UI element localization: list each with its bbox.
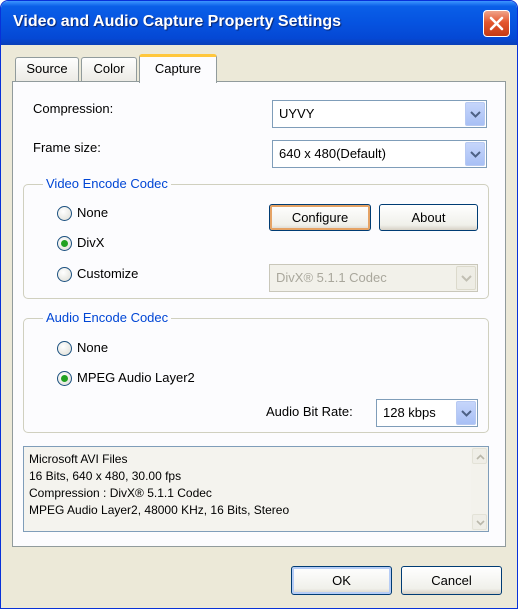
summary-line: 16 Bits, 640 x 480, 30.00 fps bbox=[29, 469, 182, 483]
compression-label: Compression: bbox=[33, 101, 114, 116]
chevron-down-icon bbox=[470, 151, 481, 158]
summary-line: Microsoft AVI Files bbox=[29, 452, 128, 466]
scroll-up-button[interactable] bbox=[472, 448, 487, 464]
audio-bitrate-dropdown-button[interactable] bbox=[456, 401, 476, 425]
video-codec-customize-label: Customize bbox=[77, 266, 139, 281]
compression-value: UYVY bbox=[279, 106, 315, 121]
ok-button[interactable]: OK bbox=[291, 566, 392, 595]
chevron-down-icon bbox=[461, 410, 472, 417]
custom-codec-dropdown-button bbox=[456, 266, 476, 290]
radio-button-selected-icon bbox=[57, 236, 72, 251]
about-button-label: About bbox=[411, 210, 446, 225]
ok-button-label: OK bbox=[332, 573, 351, 588]
configure-button-label: Configure bbox=[291, 210, 349, 225]
capture-summary-textbox[interactable]: Microsoft AVI Files 16 Bits, 640 x 480, … bbox=[23, 446, 489, 532]
video-codec-divx-label: DivX bbox=[77, 235, 105, 250]
configure-button[interactable]: Configure bbox=[269, 204, 371, 231]
custom-codec-value: DivX® 5.1.1 Codec bbox=[276, 270, 387, 285]
frame-size-select[interactable]: 640 x 480(Default) bbox=[272, 140, 487, 168]
frame-size-value: 640 x 480(Default) bbox=[279, 146, 386, 161]
dialog-window: Video and Audio Capture Property Setting… bbox=[0, 0, 518, 609]
chevron-up-icon bbox=[476, 454, 485, 460]
radio-button-icon bbox=[57, 206, 72, 221]
frame-size-dropdown-button[interactable] bbox=[465, 142, 485, 166]
cancel-button[interactable]: Cancel bbox=[401, 566, 502, 595]
compression-select[interactable]: UYVY bbox=[272, 100, 487, 128]
radio-button-icon bbox=[57, 341, 72, 356]
radio-button-icon bbox=[57, 267, 72, 282]
video-codec-group-title: Video Encode Codec bbox=[43, 176, 171, 191]
about-button[interactable]: About bbox=[379, 204, 478, 231]
audio-codec-none-label: None bbox=[77, 340, 109, 355]
audio-codec-group-title: Audio Encode Codec bbox=[43, 310, 172, 325]
scroll-down-button[interactable] bbox=[472, 514, 487, 530]
summary-scrollbar[interactable] bbox=[471, 447, 488, 531]
chevron-down-icon bbox=[470, 111, 481, 118]
capture-panel-content: Compression: UYVY Frame size: 640 x 480(… bbox=[1, 1, 517, 608]
video-codec-none-label: None bbox=[77, 205, 109, 220]
radio-button-selected-icon bbox=[57, 371, 72, 386]
audio-bitrate-label: Audio Bit Rate: bbox=[266, 404, 353, 419]
audio-bitrate-select[interactable]: 128 kbps bbox=[376, 399, 478, 427]
frame-size-label: Frame size: bbox=[33, 140, 101, 155]
compression-dropdown-button[interactable] bbox=[465, 102, 485, 126]
summary-line: Compression : DivX® 5.1.1 Codec bbox=[29, 486, 212, 500]
custom-codec-select: DivX® 5.1.1 Codec bbox=[269, 264, 478, 292]
summary-line: MPEG Audio Layer2, 48000 KHz, 16 Bits, S… bbox=[29, 503, 290, 517]
audio-bitrate-value: 128 kbps bbox=[383, 405, 436, 420]
cancel-button-label: Cancel bbox=[431, 573, 472, 588]
chevron-down-icon bbox=[476, 520, 485, 526]
chevron-down-icon bbox=[461, 275, 472, 282]
audio-codec-mpeg-label: MPEG Audio Layer2 bbox=[77, 370, 195, 385]
